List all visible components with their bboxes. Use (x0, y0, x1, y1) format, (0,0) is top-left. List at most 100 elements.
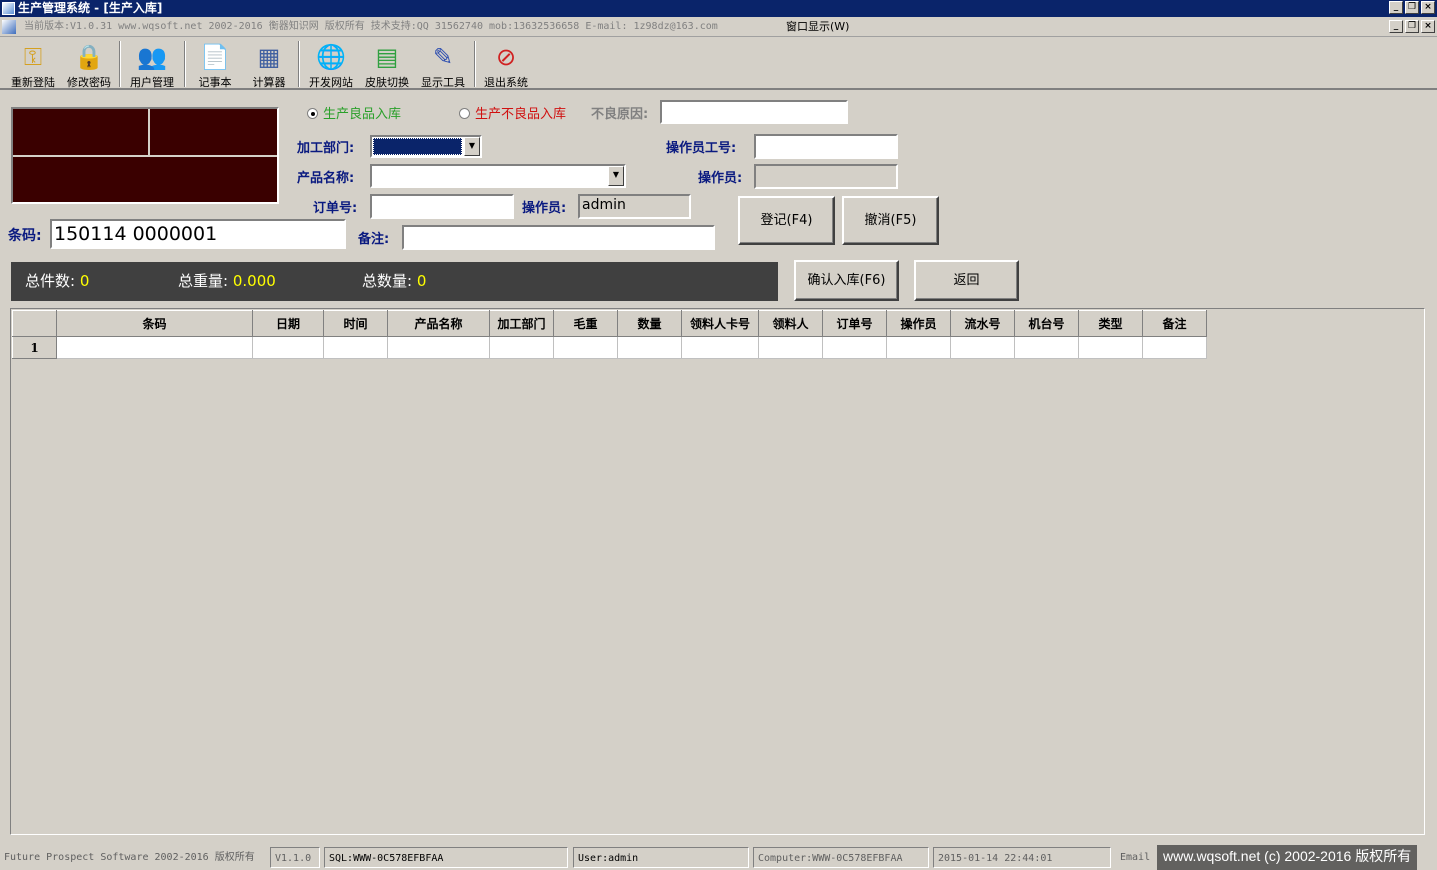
column-header[interactable]: 领料人卡号 (681, 310, 759, 337)
order-label: 订单号: (313, 201, 358, 216)
grid-cell[interactable] (489, 336, 554, 359)
status-computer: Computer:WWW-0C578EFBFAA (753, 847, 929, 868)
skin-switch-button[interactable]: ▤ 皮肤切换 (360, 40, 414, 89)
chevron-down-icon[interactable]: ▼ (464, 137, 480, 156)
column-header[interactable]: 数量 (617, 310, 682, 337)
grid-cell[interactable] (56, 336, 253, 359)
toolbar: ⚿ 重新登陆 🔒 修改密码 👥 用户管理 📄 记事本 ▦ 计算器 🌐 开发网站 … (0, 37, 1437, 90)
column-header[interactable]: 类型 (1078, 310, 1143, 337)
grid-cell[interactable] (822, 336, 887, 359)
website-button[interactable]: 🌐 开发网站 (304, 40, 358, 89)
column-header[interactable]: 流水号 (950, 310, 1015, 337)
relogin-button[interactable]: ⚿ 重新登陆 (6, 40, 60, 89)
row-index[interactable]: 1 (12, 336, 57, 359)
display-divider (13, 155, 277, 157)
grid-cell[interactable] (553, 336, 618, 359)
barcode-label: 条码: (8, 228, 42, 244)
status-version: V1.1.0 (270, 847, 320, 868)
operator-id-label: 操作员工号: (666, 141, 737, 156)
dept-label: 加工部门: (297, 141, 355, 156)
display-tools-button[interactable]: ✎ 显示工具 (416, 40, 470, 89)
register-button[interactable]: 登记(F4) (738, 196, 835, 245)
child-window-controls: _ ❐ × (1389, 20, 1435, 33)
title-bar: 生产管理系统 - [生产入库] _ ❐ × (0, 0, 1437, 17)
users-icon: 👥 (137, 43, 167, 71)
restore-icon[interactable]: ❐ (1405, 1, 1419, 14)
notepad-button[interactable]: 📄 记事本 (190, 40, 240, 89)
radio-unchecked-icon (459, 108, 470, 119)
grid-cell[interactable] (1142, 336, 1207, 359)
change-password-button[interactable]: 🔒 修改密码 (62, 40, 116, 89)
product-select[interactable]: ▼ (370, 164, 626, 188)
chevron-down-icon[interactable]: ▼ (608, 166, 624, 186)
status-copyright: Future Prospect Software 2002-2016 版权所有 (4, 852, 255, 863)
confirm-storage-button[interactable]: 确认入库(F6) (794, 260, 899, 301)
operator-label: 操作员: (698, 171, 743, 186)
calculator-icon: ▦ (257, 43, 281, 71)
column-header[interactable]: 加工部门 (489, 310, 554, 337)
mdi-child-icon (2, 20, 16, 34)
display-divider (148, 109, 150, 155)
grid-cell[interactable] (617, 336, 682, 359)
grid-cell[interactable] (1078, 336, 1143, 359)
minimize-icon[interactable]: _ (1389, 1, 1403, 14)
total-weight: 总重量: 0.000 (178, 272, 276, 290)
grid-cell[interactable] (387, 336, 490, 359)
bad-reason-input[interactable] (660, 100, 848, 124)
watermark: www.wqsoft.net (c) 2002-2016 版权所有 (1157, 845, 1418, 870)
version-info: 当前版本:V1.0.31 www.wqsoft.net 2002-2016 衡器… (24, 21, 718, 32)
column-header[interactable]: 毛重 (553, 310, 618, 337)
column-header[interactable]: 条码 (56, 310, 253, 337)
remark-input[interactable] (402, 225, 715, 250)
status-sql: SQL:WWW-0C578EFBFAA (324, 847, 568, 868)
column-header[interactable]: 订单号 (822, 310, 887, 337)
menu-bar: 当前版本:V1.0.31 www.wqsoft.net 2002-2016 衡器… (0, 17, 1437, 37)
column-header[interactable]: 时间 (323, 310, 388, 337)
menu-window[interactable]: 窗口显示(W) (786, 17, 849, 37)
exit-button[interactable]: ⊘ 退出系统 (478, 40, 534, 89)
key-icon: ⚿ (23, 43, 43, 71)
data-grid[interactable]: 条码 日期 时间 产品名称 加工部门 毛重 数量 领料人卡号 领料人 订单号 操… (10, 308, 1425, 835)
column-header[interactable]: 领料人 (758, 310, 823, 337)
grid-cell[interactable] (1014, 336, 1079, 359)
barcode-input[interactable]: 150114 0000001 (50, 219, 346, 249)
grid-cell[interactable] (323, 336, 388, 359)
total-quantity: 总数量: 0 (362, 272, 427, 290)
weight-display-panel (11, 107, 279, 204)
toolbar-separator (474, 41, 476, 87)
child-minimize-icon[interactable]: _ (1389, 20, 1403, 33)
calculator-button[interactable]: ▦ 计算器 (244, 40, 294, 89)
column-header[interactable]: 产品名称 (387, 310, 490, 337)
table-row[interactable]: 1 (12, 336, 1207, 359)
column-header[interactable]: 日期 (252, 310, 324, 337)
column-header[interactable]: 操作员 (886, 310, 951, 337)
close-icon[interactable]: × (1421, 1, 1435, 14)
product-label: 产品名称: (297, 171, 355, 186)
user-management-button[interactable]: 👥 用户管理 (124, 40, 180, 89)
child-restore-icon[interactable]: ❐ (1405, 20, 1419, 33)
dept-select[interactable]: ▼ (370, 135, 482, 158)
grid-cell[interactable] (681, 336, 759, 359)
cancel-button[interactable]: 撤消(F5) (842, 196, 939, 245)
grid-corner[interactable] (12, 310, 57, 337)
operator-id-input[interactable] (754, 134, 898, 159)
lock-icon: 🔒 (74, 43, 104, 71)
column-header[interactable]: 备注 (1142, 310, 1207, 337)
remark-label: 备注: (358, 232, 390, 247)
total-count: 总件数: 0 (25, 272, 90, 290)
toolbar-separator (184, 41, 186, 87)
order-number-input[interactable] (370, 194, 514, 219)
toolbar-separator (298, 41, 300, 87)
back-button[interactable]: 返回 (914, 260, 1019, 301)
grid-cell[interactable] (886, 336, 951, 359)
radio-good-product[interactable]: 生产良品入库 (307, 103, 401, 122)
globe-icon: 🌐 (316, 43, 346, 71)
child-close-icon[interactable]: × (1421, 20, 1435, 33)
column-header[interactable]: 机台号 (1014, 310, 1079, 337)
toolbar-separator (119, 41, 121, 87)
grid-cell[interactable] (758, 336, 823, 359)
grid-cell[interactable] (950, 336, 1015, 359)
grid-cell[interactable] (252, 336, 324, 359)
radio-bad-product[interactable]: 生产不良品入库 (459, 103, 566, 122)
tools-icon: ✎ (432, 43, 454, 71)
